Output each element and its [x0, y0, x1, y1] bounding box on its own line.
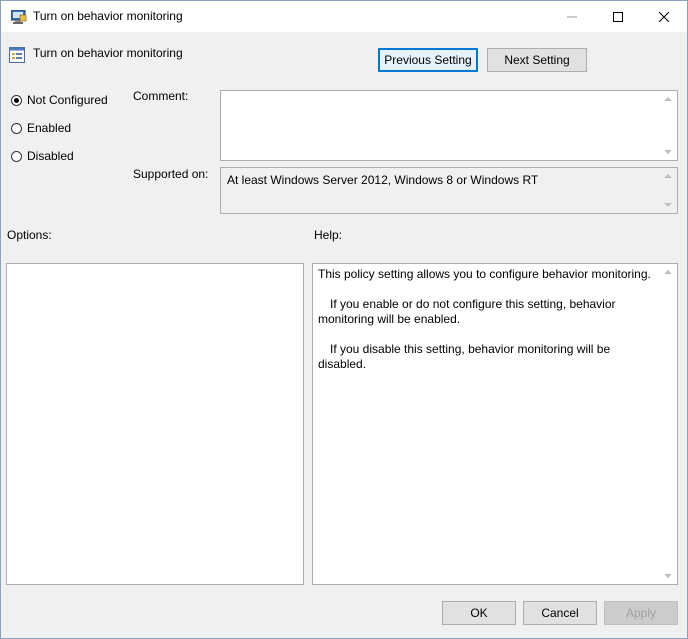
minimize-icon: [567, 16, 577, 17]
radio-label: Disabled: [27, 149, 74, 163]
cancel-button[interactable]: Cancel: [523, 601, 597, 625]
supported-on-value: At least Windows Server 2012, Windows 8 …: [227, 173, 539, 187]
next-setting-button[interactable]: Next Setting: [487, 48, 587, 72]
ok-button[interactable]: OK: [442, 601, 516, 625]
help-text: This policy setting allows you to config…: [318, 267, 658, 387]
close-icon: [659, 11, 669, 22]
scroll-up-icon[interactable]: [664, 97, 672, 101]
help-label: Help:: [314, 228, 343, 242]
radio-disabled[interactable]: Disabled: [11, 149, 74, 163]
scroll-up-icon[interactable]: [664, 174, 672, 178]
apply-button[interactable]: Apply: [604, 601, 678, 625]
options-pane: [6, 263, 304, 585]
radio-label: Not Configured: [27, 93, 108, 107]
supported-on-label: Supported on:: [133, 167, 209, 181]
help-paragraph: This policy setting allows you to config…: [318, 267, 651, 281]
radio-button[interactable]: [11, 122, 22, 134]
radio-label: Enabled: [27, 121, 72, 135]
maximize-icon: [613, 11, 623, 22]
supported-on-box: At least Windows Server 2012, Windows 8 …: [220, 167, 678, 214]
previous-setting-button[interactable]: Previous Setting: [378, 48, 478, 72]
radio-enabled[interactable]: Enabled: [11, 121, 71, 135]
help-scrollbar[interactable]: [660, 264, 677, 584]
comment-textarea[interactable]: [220, 90, 678, 161]
window-title: Turn on behavior monitoring: [33, 9, 183, 23]
group-policy-icon: [11, 10, 27, 24]
help-paragraph: If you enable or do not configure this s…: [318, 297, 616, 326]
help-paragraph: If you disable this setting, behavior mo…: [318, 342, 611, 371]
policy-title: Turn on behavior monitoring: [33, 46, 183, 60]
minimize-button[interactable]: [549, 1, 595, 32]
options-label: Options:: [7, 228, 52, 242]
help-pane: This policy setting allows you to config…: [312, 263, 678, 585]
policy-dialog: Turn on behavior monitoring Turn on beha…: [0, 0, 688, 639]
radio-button[interactable]: [11, 94, 22, 106]
supported-scrollbar[interactable]: [660, 168, 677, 213]
scroll-down-icon[interactable]: [664, 203, 672, 207]
scroll-down-icon[interactable]: [664, 150, 672, 154]
comment-label: Comment:: [133, 89, 189, 103]
policy-setting-icon: [9, 47, 25, 63]
scroll-up-icon[interactable]: [664, 270, 672, 274]
title-bar[interactable]: Turn on behavior monitoring: [1, 1, 687, 32]
comment-scrollbar[interactable]: [660, 91, 677, 160]
maximize-button[interactable]: [595, 1, 641, 32]
close-button[interactable]: [641, 1, 687, 32]
radio-not-configured[interactable]: Not Configured: [11, 93, 108, 107]
radio-button[interactable]: [11, 150, 22, 162]
scroll-down-icon[interactable]: [664, 574, 672, 578]
